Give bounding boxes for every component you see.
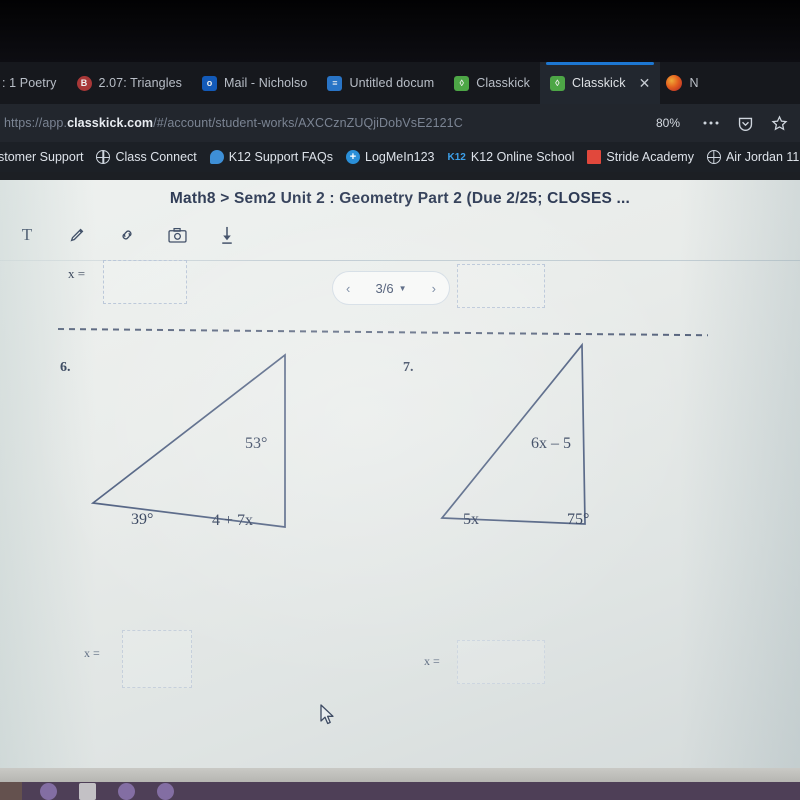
browser-tab-classkick-1[interactable]: ◊ Classkick (444, 62, 540, 104)
blue-bubble-icon (209, 150, 224, 164)
firefox-logo-icon (666, 75, 683, 91)
bitmoji-icon: B (76, 75, 92, 91)
k12-icon: K12 (447, 151, 466, 163)
bookmarks-bar: stomer Support Class Connect K12 Support… (0, 142, 800, 172)
browser-tab-classkick-active[interactable]: ◊ Classkick ✕ (539, 62, 661, 104)
problem-6-answer-label: x = (84, 646, 100, 660)
bookmark-label: LogMeIn123 (365, 150, 435, 164)
zoom-level-indicator[interactable]: 80% (646, 116, 690, 130)
problem-6-triangle (90, 353, 286, 528)
problem-7-answer-label: x = (424, 654, 440, 668)
url-host: classkick.com (67, 116, 154, 130)
browser-url-row: https://app.classkick.com/#/account/stud… (0, 104, 800, 142)
more-options-icon[interactable] (702, 114, 720, 132)
tab-label: Mail - Nicholso (224, 76, 308, 90)
taskbar-app-icon-3[interactable] (118, 782, 135, 800)
taskbar-app-icon-1[interactable] (40, 782, 57, 800)
problem-7-angle-expression-bottom: 5x (463, 511, 479, 528)
camera-tool-icon[interactable] (166, 224, 188, 246)
problem-6-number: 6. (60, 360, 71, 375)
firefox-app-indicator: N (660, 62, 708, 104)
bookmark-k12-online-school[interactable]: K12 K12 Online School (448, 150, 575, 164)
globe-icon (96, 150, 111, 164)
audio-tool-icon[interactable] (216, 224, 238, 246)
taskbar-edge-blob (0, 782, 22, 800)
problem-7-answer-input[interactable] (457, 640, 545, 684)
top-answer-x-label: x = (68, 266, 86, 281)
mouse-cursor (320, 704, 334, 725)
taskbar-icons (40, 782, 174, 800)
tab-label: : 1 Poetry (2, 76, 57, 90)
outlook-mail-icon: o (202, 75, 217, 91)
address-bar[interactable]: https://app.classkick.com/#/account/stud… (0, 104, 646, 142)
bookmark-customer-support[interactable]: stomer Support (0, 150, 83, 164)
plus-circle-icon: + (346, 150, 360, 164)
classkick-icon: ◊ (454, 75, 470, 91)
browser-tab-strip: : 1 Poetry B 2.07: Triangles o Mail - Ni… (0, 62, 800, 104)
problem-6-angle-expression: 4 + 7x (212, 512, 254, 529)
next-page-button[interactable]: › (432, 281, 436, 296)
browser-chrome: : 1 Poetry B 2.07: Triangles o Mail - Ni… (0, 62, 800, 180)
page-count-label: 3/6 (375, 280, 394, 296)
os-taskbar (0, 782, 800, 800)
browser-tab-poetry[interactable]: : 1 Poetry (0, 62, 67, 104)
address-bar-url: https://app.classkick.com/#/account/stud… (4, 116, 463, 130)
bookmark-label: Stride Academy (606, 150, 694, 164)
google-docs-icon: ≡ (327, 75, 343, 91)
browser-tab-triangles[interactable]: B 2.07: Triangles (67, 62, 193, 104)
problem-6-angle-53: 53° (245, 435, 268, 452)
chevron-down-icon: ▼ (398, 283, 407, 293)
bookmark-label: Class Connect (115, 150, 197, 164)
bookmark-air-jordan[interactable]: Air Jordan 11 R (706, 150, 800, 164)
bookmark-label: K12 Support FAQs (228, 150, 333, 164)
bookmark-class-connect[interactable]: Class Connect (96, 150, 197, 164)
address-bar-actions (690, 114, 800, 132)
url-subdomain: app. (42, 116, 68, 130)
problem-6-angle-39: 39° (131, 511, 154, 528)
browser-tab-mail[interactable]: o Mail - Nicholso (192, 62, 317, 104)
bookmark-label: stomer Support (0, 150, 84, 164)
stride-grid-icon (587, 150, 602, 164)
taskbar-photos-icon[interactable] (79, 782, 96, 800)
tab-label: Classkick (571, 76, 626, 90)
link-tool-icon[interactable] (116, 224, 138, 246)
page-title: Math8 > Sem2 Unit 2 : Geometry Part 2 (D… (169, 190, 631, 207)
globe-icon (706, 150, 721, 164)
top-answer-input-right[interactable] (457, 264, 545, 308)
bookmark-k12-support-faqs[interactable]: K12 Support FAQs (209, 150, 333, 164)
pen-tool-icon[interactable] (66, 224, 88, 246)
browser-tab-untitled-document[interactable]: ≡ Untitled docum (317, 62, 444, 104)
classkick-worksheet-page: Math8 > Sem2 Unit 2 : Geometry Part 2 (D… (0, 180, 800, 768)
pocket-icon[interactable] (736, 114, 754, 132)
bookmark-stride-academy[interactable]: Stride Academy (587, 150, 694, 164)
page-navigator[interactable]: ‹ 3/6 ▼ › (332, 271, 450, 305)
problem-7-number: 7. (403, 360, 414, 375)
classkick-icon: ◊ (549, 75, 565, 91)
page-count-dropdown[interactable]: 3/6 ▼ (376, 281, 407, 296)
taskbar-app-icon-4[interactable] (157, 782, 174, 800)
screen-photo: : 1 Poetry B 2.07: Triangles o Mail - Ni… (0, 0, 800, 800)
prev-page-button[interactable]: ‹ (346, 281, 350, 296)
problem-7-angle-75: 75° (567, 511, 590, 528)
text-tool-icon[interactable]: T (16, 224, 38, 246)
top-answer-input-left[interactable] (103, 260, 187, 304)
problem-7-angle-expression-top: 6x – 5 (531, 435, 571, 452)
bookmark-label: K12 Online School (470, 150, 575, 164)
url-scheme: https:// (4, 116, 43, 130)
close-icon[interactable]: ✕ (639, 76, 651, 90)
firefox-partial-label: N (689, 76, 699, 90)
annotation-toolbar: T (8, 224, 238, 246)
tab-label: 2.07: Triangles (98, 76, 182, 90)
problem-6-answer-input[interactable] (122, 630, 192, 688)
tab-label: Classkick (476, 76, 530, 90)
monitor-bezel-bottom (0, 768, 800, 782)
bookmark-label: Air Jordan 11 R (725, 150, 800, 164)
bookmark-star-icon[interactable] (770, 114, 788, 132)
tab-label: Untitled docum (349, 76, 435, 90)
worksheet-divider (57, 328, 708, 337)
bookmark-logmein123[interactable]: + LogMeIn123 (346, 150, 435, 164)
url-path: /#/account/student-works/AXCCznZUQjiDobV… (153, 116, 463, 130)
monitor-bezel-top (0, 0, 800, 62)
